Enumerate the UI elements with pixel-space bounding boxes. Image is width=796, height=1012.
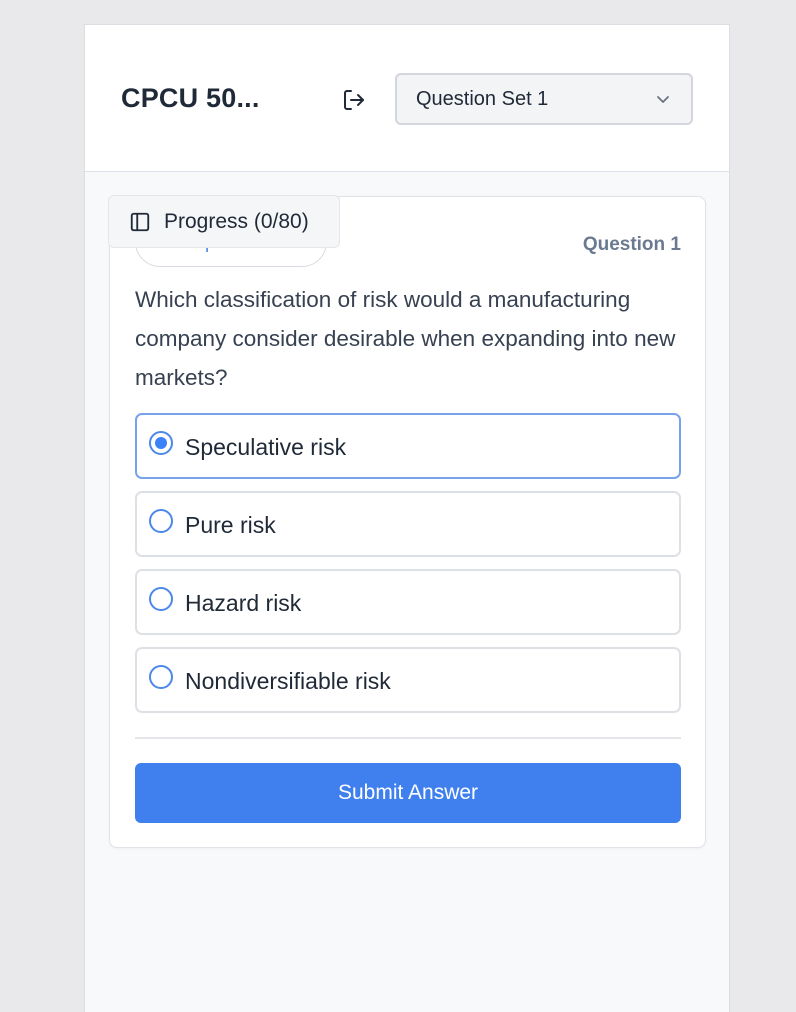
sidebar-panel-icon	[130, 212, 150, 231]
radio-button[interactable]	[149, 587, 173, 611]
chevron-down-icon	[657, 96, 669, 103]
divider	[135, 737, 681, 739]
app-title: CPCU 50...	[121, 83, 260, 113]
answer-options: Speculative risk Pure risk Hazard risk N…	[135, 413, 681, 725]
answer-option-label: Speculative risk	[185, 434, 347, 460]
logout-button[interactable]	[341, 87, 367, 113]
app-window: CPCU 50... Question Set 1 Progress (0/80…	[84, 24, 730, 1012]
answer-option-label: Nondiversifiable risk	[185, 668, 391, 694]
radio-button[interactable]	[149, 665, 173, 689]
progress-label: Progress (0/80)	[164, 209, 309, 233]
radio-button[interactable]	[149, 431, 173, 455]
answer-option-label: Pure risk	[185, 512, 276, 538]
question-number: Question 1	[582, 234, 681, 255]
submit-answer-button[interactable]: Submit Answer	[135, 763, 681, 823]
question-set-selected: Question Set 1	[416, 87, 549, 110]
question-set-select[interactable]: Question Set 1	[395, 73, 693, 125]
question-card: Progress (0/80) Multiple Choice Question…	[108, 195, 706, 848]
answer-option[interactable]: Pure risk	[135, 491, 681, 557]
answer-option[interactable]: Nondiversifiable risk	[135, 647, 681, 713]
answer-option[interactable]: Hazard risk	[135, 569, 681, 635]
answer-option[interactable]: Speculative risk	[135, 413, 681, 479]
answer-option-label: Hazard risk	[185, 590, 302, 616]
question-text: Which classification of risk would a man…	[135, 287, 676, 390]
progress-toggle-button[interactable]: Progress (0/80)	[108, 195, 340, 248]
radio-button[interactable]	[149, 509, 173, 533]
logout-icon	[344, 90, 364, 110]
header: CPCU 50... Question Set 1	[85, 25, 729, 172]
